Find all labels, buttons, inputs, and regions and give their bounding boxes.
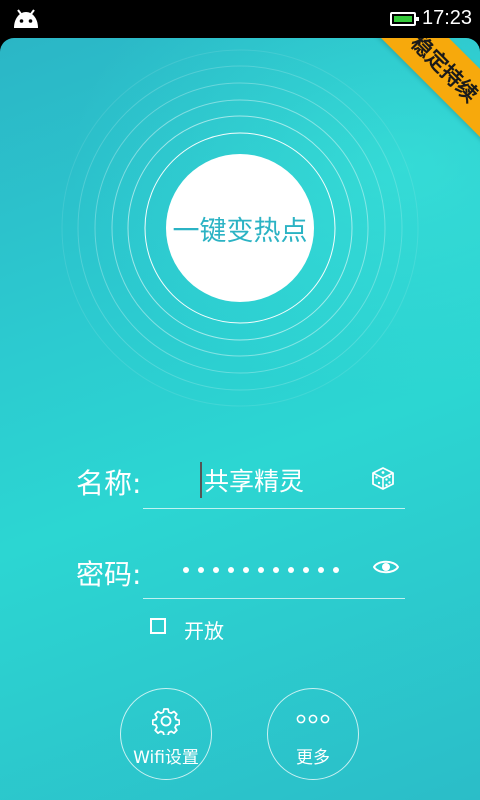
status-bar: 17:23	[0, 0, 480, 38]
app-screen: 一键变热点 稳定持续 名称: 共享精灵 密码: 开放 Wifi设置 更多	[0, 38, 480, 800]
one-key-hotspot-button[interactable]: 一键变热点	[166, 154, 314, 302]
dice-icon[interactable]	[369, 464, 397, 492]
more-button[interactable]: 更多	[267, 688, 359, 780]
password-mask-dot	[213, 567, 219, 573]
password-mask-dot	[273, 567, 279, 573]
wifi-settings-label: Wifi设置	[133, 748, 199, 768]
password-mask-dot	[288, 567, 294, 573]
password-mask-dot	[303, 567, 309, 573]
password-mask-dot	[333, 567, 339, 573]
password-mask-dot	[228, 567, 234, 573]
password-mask-dot	[198, 567, 204, 573]
password-underline	[143, 598, 405, 599]
password-input[interactable]	[183, 558, 339, 582]
android-icon	[14, 9, 38, 28]
more-dots-icon	[296, 714, 330, 724]
clock: 17:23	[422, 7, 473, 29]
password-mask-dot	[258, 567, 264, 573]
eye-icon[interactable]	[373, 557, 399, 577]
wifi-settings-button[interactable]: Wifi设置	[120, 688, 212, 780]
name-underline	[143, 508, 405, 509]
name-label: 名称:	[76, 467, 142, 500]
password-label: 密码:	[76, 558, 142, 591]
password-mask-dot	[243, 567, 249, 573]
name-input-value: 共享精灵	[204, 467, 305, 496]
gear-icon	[152, 708, 180, 735]
name-input[interactable]: 共享精灵	[200, 461, 360, 499]
open-checkbox-label[interactable]: 开放	[184, 615, 224, 644]
text-caret	[200, 462, 202, 498]
more-label: 更多	[296, 748, 330, 768]
battery-icon	[390, 12, 419, 26]
password-mask-dot	[318, 567, 324, 573]
password-mask-dot	[183, 567, 189, 573]
open-checkbox[interactable]	[150, 618, 166, 634]
